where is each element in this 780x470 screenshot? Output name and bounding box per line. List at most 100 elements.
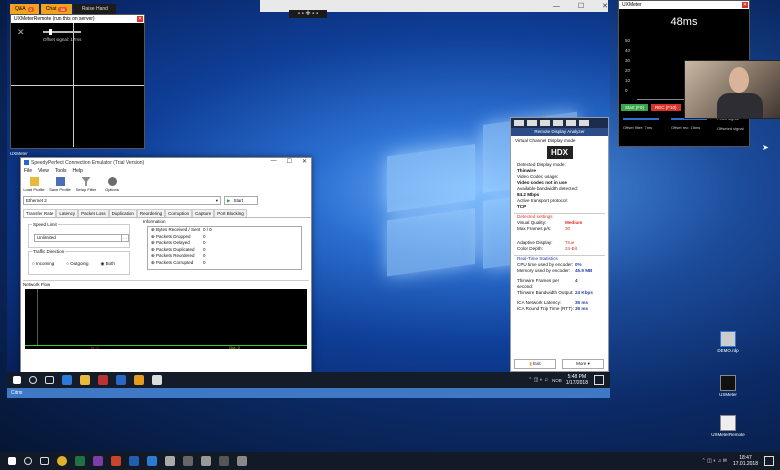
tab-raise-hand[interactable]: Raise Hand: [73, 4, 116, 14]
adapter-row: Ethernet 2 ▾ ▶ Start: [23, 196, 309, 205]
radio-incoming[interactable]: ○ Incoming: [32, 261, 54, 267]
app-icon[interactable]: [165, 456, 175, 466]
window-title-text: UXMeterRemote (run this on server): [14, 16, 95, 22]
offset-filter-slider[interactable]: [623, 118, 659, 120]
tray-icons[interactable]: ⌃ ◫ ◐ ♫: [528, 377, 548, 383]
close-button[interactable]: ✕: [742, 2, 748, 8]
tab-capture[interactable]: Capture: [192, 209, 215, 217]
speed-limit-select[interactable]: Unlimited: [34, 234, 122, 242]
outlook-icon[interactable]: [129, 456, 139, 466]
tray-icons[interactable]: ⌃ ◫ ◐ ♫ ✉: [702, 458, 727, 464]
exit-icon: ▮: [529, 361, 532, 366]
desktop-icon-uxmeter[interactable]: UXMeter: [711, 375, 745, 397]
search-icon[interactable]: [29, 376, 37, 384]
close-button[interactable]: ✕: [137, 16, 143, 22]
tab-qa[interactable]: Q&A 0: [10, 4, 39, 14]
info-value: 0: [203, 246, 206, 252]
remote-toolbar-handle[interactable]: ▪ ▪ ✚ ▪ ▪: [289, 10, 327, 18]
start-button[interactable]: Start (F9): [621, 104, 649, 111]
toolbar-icon[interactable]: [540, 120, 550, 126]
app-icon[interactable]: [201, 456, 211, 466]
more-button[interactable]: More ▾: [562, 359, 604, 369]
window-titlebar: SpeedyPerfect Connection Emulator (Trial…: [21, 158, 311, 167]
toolbar-icon[interactable]: [514, 120, 524, 126]
toolbar-icon[interactable]: [579, 120, 589, 126]
offset-slider[interactable]: [43, 29, 81, 35]
start-icon[interactable]: [13, 376, 21, 384]
desktop-icon-uxmeterremote[interactable]: UXMeterRemote: [711, 415, 745, 437]
app-icon[interactable]: [152, 375, 162, 385]
options-button[interactable]: Options: [101, 177, 123, 192]
remote-status-strip: Citrix: [7, 388, 610, 398]
tab-transfer-rate[interactable]: Transfer Rate: [23, 209, 57, 217]
maximize-icon[interactable]: ☐: [578, 2, 584, 10]
remote-taskbar: ⌃ ◫ ◐ ♫ NOB 5:48 PM 1/17/2018: [7, 372, 610, 388]
explorer-icon[interactable]: [80, 375, 90, 385]
app-icon[interactable]: [147, 456, 157, 466]
more-options-button[interactable]: …: [121, 234, 129, 242]
app-icon[interactable]: [219, 456, 229, 466]
app-icon[interactable]: [134, 375, 144, 385]
rda-title: Remote Display Analyzer: [511, 128, 608, 136]
tab-duplication[interactable]: Duplication: [108, 209, 137, 217]
notifications-icon[interactable]: [594, 375, 604, 385]
language-indicator[interactable]: NOB: [552, 378, 562, 383]
uxmeter-remote-plot: ✕ Offset signal: 17ms: [11, 23, 144, 147]
search-icon[interactable]: [24, 457, 32, 465]
info-row: ⊕ Packets Corrupted 0: [151, 259, 206, 265]
tab-port-blocking[interactable]: Port Blocking: [214, 209, 247, 217]
minimize-icon[interactable]: —: [271, 158, 277, 165]
start-button[interactable]: ▶ Start: [224, 196, 258, 205]
task-view-icon[interactable]: [40, 457, 49, 465]
info-row: ⊕ Packets Dropped 0: [151, 233, 206, 239]
desktop-icon-demo-rdp[interactable]: DEMO.rdp: [711, 331, 745, 353]
uxmeter-remote-icon: [720, 415, 736, 431]
slider-thumb[interactable]: [49, 29, 52, 35]
tab-packet-loss[interactable]: Packet Loss: [78, 209, 109, 217]
close-icon[interactable]: ✕: [602, 2, 608, 10]
radio-both[interactable]: ◉ Both: [100, 261, 114, 267]
tab-chat[interactable]: Chat 36: [40, 4, 72, 14]
minimize-icon[interactable]: —: [553, 3, 560, 10]
clock[interactable]: 18:47 17.01.2018: [733, 455, 758, 467]
tab-corruption[interactable]: Corruption: [165, 209, 193, 217]
adapter-select[interactable]: Ethernet 2 ▾: [23, 196, 221, 205]
menu-file[interactable]: File: [24, 168, 32, 174]
exit-button[interactable]: ▮ Exit: [514, 359, 556, 369]
clock-date: 1/17/2018: [565, 380, 588, 386]
edge-icon[interactable]: [62, 375, 72, 385]
app-icon[interactable]: [98, 375, 108, 385]
close-icon[interactable]: ✕: [302, 158, 307, 165]
task-view-icon[interactable]: [45, 376, 54, 384]
onenote-icon[interactable]: [93, 456, 103, 466]
app-icon[interactable]: [183, 456, 193, 466]
notifications-icon[interactable]: [764, 456, 774, 466]
excel-icon[interactable]: [75, 456, 85, 466]
move-icon[interactable]: ✕: [17, 27, 25, 38]
menu-tools[interactable]: Tools: [55, 168, 67, 174]
load-profile-button[interactable]: Load Profile: [23, 177, 45, 192]
maximize-icon[interactable]: ☐: [287, 158, 292, 165]
radio-outgoing[interactable]: ○ Outgoing: [66, 261, 88, 267]
window-title: UXMeter ✕: [619, 1, 749, 9]
chrome-icon[interactable]: [57, 456, 67, 466]
toolbar-icon[interactable]: [527, 120, 537, 126]
menu-help[interactable]: Help: [73, 168, 83, 174]
menu-view[interactable]: View: [38, 168, 49, 174]
save-profile-button[interactable]: Save Profile: [49, 177, 71, 192]
toolbar-icon[interactable]: [566, 120, 576, 126]
clock[interactable]: 5:48 PM 1/17/2018: [566, 374, 588, 386]
app-icon[interactable]: [116, 375, 126, 385]
legend-item[interactable]: Offseted signal: [717, 126, 744, 131]
tab-latency[interactable]: Latency: [56, 209, 79, 217]
app-icon[interactable]: [237, 456, 247, 466]
tab-reordering[interactable]: Reordering: [136, 209, 166, 217]
out-label: Out: 0: [229, 345, 240, 350]
powerpoint-icon[interactable]: [111, 456, 121, 466]
rec-button[interactable]: REC (F10): [651, 104, 681, 111]
setup-filter-button[interactable]: Setup Filter: [75, 177, 97, 192]
feature-tabs: Transfer Rate Latency Packet Loss Duplic…: [23, 209, 311, 218]
toolbar-icon[interactable]: [553, 120, 563, 126]
y-tick: 50: [625, 38, 631, 43]
start-icon[interactable]: [8, 457, 16, 465]
